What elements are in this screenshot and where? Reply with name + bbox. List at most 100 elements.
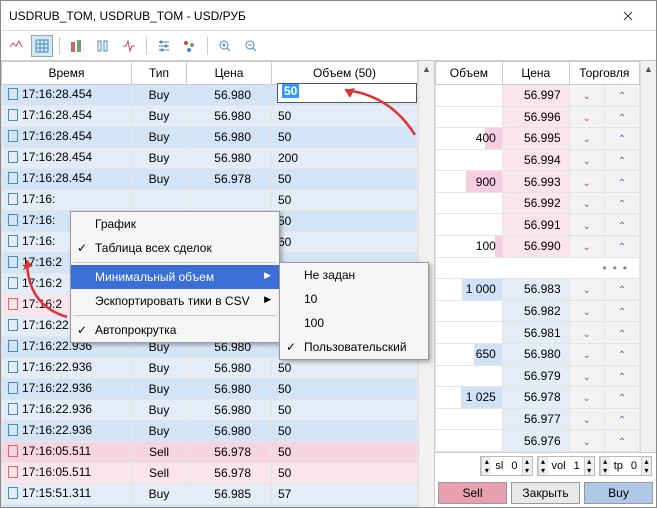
chevron-up-icon[interactable]: ⌃ [618, 242, 626, 253]
chevron-down-icon[interactable]: ⌄ [583, 221, 591, 232]
chevron-down-icon[interactable]: ⌄ [583, 329, 591, 340]
tick-row[interactable]: 17:16:28.454Buy56.980200 [2, 148, 418, 169]
chevron-up-icon[interactable]: ⌃ [618, 134, 626, 145]
tick-row[interactable]: 17:16:22.936Buy56.98050 [2, 379, 418, 400]
trade-controls: ▴▾sl0▴▾ ▴▾vol1▴▾ ▴▾tp0▴▾ [435, 452, 656, 479]
chevron-down-icon[interactable]: ⌄ [583, 178, 591, 189]
ask-row[interactable]: 56.991⌄⌃ [436, 214, 640, 236]
chevron-down-icon[interactable]: ⌄ [583, 437, 591, 448]
ask-row[interactable]: 40056.995⌄⌃ [436, 128, 640, 150]
tick-row[interactable]: 17:16:28.454Buy56.97850 [2, 169, 418, 190]
chevron-down-icon[interactable]: ⌄ [583, 134, 591, 145]
chevron-down-icon[interactable]: ⌄ [583, 350, 591, 361]
vol-spinner[interactable]: ▴▾vol1▴▾ [537, 456, 595, 476]
chevron-down-icon[interactable]: ⌄ [583, 285, 591, 296]
tool-grid-icon[interactable] [31, 35, 53, 57]
submenu-custom[interactable]: ✓Пользовательский [280, 335, 428, 359]
chevron-down-icon[interactable]: ⌄ [583, 393, 591, 404]
chevron-down-icon[interactable]: ⌄ [583, 156, 591, 167]
ask-row[interactable]: 56.994⌄⌃ [436, 149, 640, 171]
menu-autoscroll[interactable]: ✓Автопрокрутка [71, 318, 279, 342]
chevron-up-icon[interactable]: ⌃ [618, 156, 626, 167]
chevron-up-icon[interactable]: ⌃ [618, 285, 626, 296]
menu-min-volume[interactable]: Минимальный объем▶ [71, 265, 279, 289]
tool-panel1-icon[interactable] [66, 35, 88, 57]
col-time[interactable]: Время [2, 62, 132, 85]
sl-spinner[interactable]: ▴▾sl0▴▾ [480, 456, 532, 476]
bid-row[interactable]: 65056.980⌄⌃ [436, 343, 640, 365]
chevron-up-icon[interactable]: ⌃ [618, 91, 626, 102]
submenu-10[interactable]: 10 [280, 287, 428, 311]
chevron-up-icon[interactable]: ⌃ [618, 393, 626, 404]
doc-buy-icon [8, 340, 18, 352]
close-position-button[interactable]: Закрыть [511, 482, 580, 504]
ask-row[interactable]: 90056.993⌄⌃ [436, 171, 640, 193]
chevron-down-icon[interactable]: ⌄ [583, 113, 591, 124]
tp-spinner[interactable]: ▴▾tp0▴▾ [599, 456, 652, 476]
menu-export-csv[interactable]: Эскпортировать тики в CSV▶ [71, 289, 279, 313]
bid-row[interactable]: 56.979⌄⌃ [436, 365, 640, 387]
buy-button[interactable]: Buy [584, 482, 653, 504]
ask-row[interactable]: 10056.990⌄⌃ [436, 236, 640, 258]
chevron-up-icon[interactable]: ⌃ [618, 199, 626, 210]
doc-buy-icon [8, 319, 18, 331]
submenu-100[interactable]: 100 [280, 311, 428, 335]
chevron-down-icon[interactable]: ⌄ [583, 199, 591, 210]
tick-row[interactable]: 17:16:05.511Sell56.97850 [2, 463, 418, 484]
bid-row[interactable]: 1 00056.983⌄⌃ [436, 279, 640, 301]
chevron-up-icon[interactable]: ⌃ [618, 178, 626, 189]
doc-buy-icon [8, 382, 18, 394]
tool-dots-icon[interactable] [179, 35, 201, 57]
chevron-up-icon[interactable]: ⌃ [618, 113, 626, 124]
bid-row[interactable]: 56.981⌄⌃ [436, 322, 640, 344]
col-type[interactable]: Тип [132, 62, 187, 85]
bid-row[interactable]: 1 02556.978⌄⌃ [436, 387, 640, 409]
col-volume[interactable]: Объем (50) [272, 62, 418, 85]
tool-settings-icon[interactable] [153, 35, 175, 57]
bid-row[interactable]: 56.977⌄⌃ [436, 408, 640, 430]
bid-row[interactable]: 56.976⌄⌃ [436, 430, 640, 452]
tick-row[interactable]: 17:16:22.936Buy56.98050 [2, 400, 418, 421]
chevron-down-icon[interactable]: ⌄ [583, 372, 591, 383]
tick-row[interactable]: 17:16:22.936Buy56.98050 [2, 421, 418, 442]
tool-zoom-out[interactable] [240, 35, 262, 57]
ask-row[interactable]: 56.997⌄⌃ [436, 85, 640, 107]
chevron-up-icon[interactable]: ⌃ [618, 307, 626, 318]
ask-row[interactable]: 56.996⌄⌃ [436, 106, 640, 128]
toolbar-separator [59, 37, 60, 55]
bid-row[interactable]: 56.982⌄⌃ [436, 300, 640, 322]
tick-row[interactable]: 17:15:43.970Buy56.98060 [2, 505, 418, 508]
tool-panel2-icon[interactable] [92, 35, 114, 57]
submenu-none[interactable]: Не задан [280, 263, 428, 287]
col-price[interactable]: Цена [187, 62, 272, 85]
tick-row[interactable]: 17:16:50 [2, 190, 418, 211]
ask-row[interactable]: 56.992⌄⌃ [436, 192, 640, 214]
sell-button[interactable]: Sell [438, 482, 507, 504]
close-button[interactable] [608, 2, 648, 30]
tool-zoom-in[interactable] [214, 35, 236, 57]
tool-pulse-icon[interactable] [118, 35, 140, 57]
chevron-down-icon[interactable]: ⌄ [583, 415, 591, 426]
scroll-up-icon[interactable]: ▲ [641, 61, 656, 77]
chevron-up-icon[interactable]: ⌃ [618, 329, 626, 340]
tick-row[interactable]: 17:16:22.936Buy56.98050 [2, 358, 418, 379]
chevron-up-icon[interactable]: ⌃ [618, 437, 626, 448]
doc-buy-icon [8, 256, 18, 268]
col-dom-price[interactable]: Цена [502, 62, 569, 85]
menu-all-deals[interactable]: ✓Таблица всех сделок [71, 236, 279, 260]
chevron-down-icon[interactable]: ⌄ [583, 307, 591, 318]
chevron-up-icon[interactable]: ⌃ [618, 415, 626, 426]
chevron-up-icon[interactable]: ⌃ [618, 372, 626, 383]
menu-chart[interactable]: График [71, 212, 279, 236]
chevron-up-icon[interactable]: ⌃ [618, 350, 626, 361]
tool-chart-icon[interactable] [5, 35, 27, 57]
chevron-up-icon[interactable]: ⌃ [618, 221, 626, 232]
chevron-down-icon[interactable]: ⌄ [583, 242, 591, 253]
scroll-up-icon[interactable]: ▲ [419, 61, 434, 77]
tick-row[interactable]: 17:15:51.311Buy56.98557 [2, 484, 418, 505]
chevron-down-icon[interactable]: ⌄ [583, 91, 591, 102]
col-dom-volume[interactable]: Объем [436, 62, 503, 85]
dom-scrollbar[interactable]: ▲ [640, 61, 656, 452]
col-dom-trade[interactable]: Торговля [569, 62, 639, 85]
tick-row[interactable]: 17:16:05.511Sell56.97850 [2, 442, 418, 463]
